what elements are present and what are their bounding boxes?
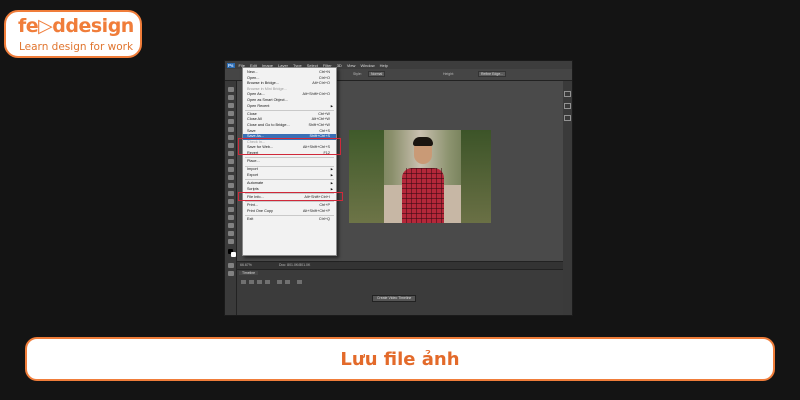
type-tool-icon[interactable] — [228, 207, 234, 212]
file-menu-item-exit[interactable]: Exit Ctrl+Q — [243, 217, 336, 223]
stamp-tool-icon[interactable] — [228, 151, 234, 156]
doc-size: Doc: 801.0K/801.0K — [279, 263, 311, 267]
menu-item-label: Place... — [247, 159, 260, 164]
screen-mode-icon[interactable] — [228, 271, 234, 276]
style-select[interactable]: Normal — [368, 71, 386, 77]
document-photo[interactable] — [349, 130, 491, 223]
hand-tool-icon[interactable] — [228, 231, 234, 236]
prev-frame-icon[interactable] — [249, 280, 254, 284]
timeline-panel: Timeline Create Video Timeline — [237, 269, 563, 315]
blur-tool-icon[interactable] — [228, 183, 234, 188]
path-select-tool-icon[interactable] — [228, 215, 234, 220]
brush-tool-icon[interactable] — [228, 143, 234, 148]
split-icon[interactable] — [297, 280, 302, 284]
brand-tagline: Learn design for work — [19, 41, 134, 53]
brand-name: fe▷ddesign — [18, 15, 134, 37]
pen-tool-icon[interactable] — [228, 199, 234, 204]
healing-tool-icon[interactable] — [228, 135, 234, 140]
audio-icon[interactable] — [277, 280, 282, 284]
zoom-tool-icon[interactable] — [228, 239, 234, 244]
submenu-arrow-icon: ▶ — [330, 103, 333, 108]
marquee-tool-icon[interactable] — [228, 95, 234, 100]
next-frame-icon[interactable] — [265, 280, 270, 284]
menu-item-label: Open Recent — [247, 103, 270, 108]
eraser-tool-icon[interactable] — [228, 167, 234, 172]
photo-person-shirt — [402, 168, 444, 223]
menu-view[interactable]: View — [347, 63, 356, 68]
photo-trees-right — [461, 130, 491, 223]
brand-logo: fe▷ddesign Learn design for work — [4, 10, 142, 58]
dodge-tool-icon[interactable] — [228, 191, 234, 196]
submenu-arrow-icon: ▶ — [330, 173, 333, 177]
photo-trees-left — [349, 130, 384, 223]
play-icon[interactable] — [257, 280, 262, 284]
file-menu-dropdown: New... Ctrl+N Open... Ctrl+O Browse in Bridg… — [242, 67, 337, 256]
menu-window[interactable]: Window — [360, 63, 374, 68]
menu-item-label: Export — [247, 173, 258, 177]
gradient-tool-icon[interactable] — [228, 175, 234, 180]
shape-tool-icon[interactable] — [228, 223, 234, 228]
tools-panel — [225, 81, 237, 315]
zoom-level[interactable]: 66.67% — [240, 263, 252, 267]
adjustments-panel-icon[interactable] — [564, 115, 571, 121]
history-brush-tool-icon[interactable] — [228, 159, 234, 164]
highlight-export — [238, 192, 343, 201]
file-menu-item-export[interactable]: Export ▶ — [243, 173, 336, 179]
quick-select-tool-icon[interactable] — [228, 111, 234, 116]
lasso-tool-icon[interactable] — [228, 103, 234, 108]
move-tool-icon[interactable] — [228, 87, 234, 92]
history-panel-icon[interactable] — [564, 91, 571, 97]
properties-panel-icon[interactable] — [564, 103, 571, 109]
background-color-swatch[interactable] — [231, 252, 236, 257]
quick-mask-icon[interactable] — [228, 263, 234, 268]
highlight-save-as — [238, 138, 341, 155]
menu-item-shortcut: Alt+Shift+Ctrl+P — [302, 208, 330, 213]
eyedropper-tool-icon[interactable] — [228, 127, 234, 132]
file-menu-item-place[interactable]: Place... — [243, 159, 336, 165]
settings-icon[interactable] — [285, 280, 290, 284]
menu-item-label: Print One Copy — [247, 208, 273, 213]
menu-help[interactable]: Help — [380, 63, 388, 68]
photoshop-app-icon: Ps — [227, 62, 235, 68]
status-bar: 66.67% Doc: 801.0K/801.0K — [237, 261, 563, 269]
caption-banner: Lưu file ảnh — [25, 337, 775, 381]
photo-person-hair — [413, 137, 433, 146]
file-menu-item-print-one-copy[interactable]: Print One Copy Alt+Shift+Ctrl+P — [243, 209, 336, 215]
timeline-tab[interactable]: Timeline — [239, 271, 259, 275]
style-label: Style: — [353, 72, 362, 76]
menu-3d[interactable]: 3D — [337, 63, 342, 68]
menu-item-shortcut: Ctrl+Q — [318, 217, 330, 221]
first-frame-icon[interactable] — [241, 280, 246, 284]
file-menu-item-open-recent[interactable]: Open Recent ▶ — [243, 104, 336, 110]
crop-tool-icon[interactable] — [228, 119, 234, 124]
height-label: Height: — [443, 72, 455, 76]
refine-edge-button[interactable]: Refine Edge... — [478, 71, 507, 77]
caption-text: Lưu file ảnh — [340, 348, 460, 370]
create-video-timeline-button[interactable]: Create Video Timeline — [372, 295, 417, 302]
menu-item-label: Exit — [247, 217, 254, 221]
